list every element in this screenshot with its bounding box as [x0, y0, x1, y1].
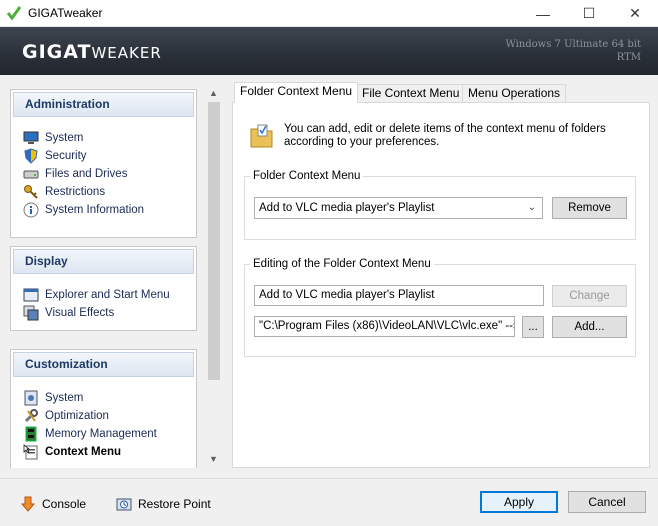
sidebar-item-label: System Information [45, 204, 145, 216]
folder-context-select[interactable]: Add to VLC media player's Playlist ⌄ [254, 197, 543, 219]
group-title-administration[interactable]: Administration [13, 92, 194, 117]
sidebar-scrollbar[interactable]: ▲ ▼ [205, 85, 222, 468]
sidebar-item-label: Explorer and Start Menu [45, 289, 170, 301]
add-button[interactable]: Add... [552, 316, 627, 338]
sidebar-item-customization-system[interactable]: System [23, 389, 196, 407]
folder-context-selected: Add to VLC media player's Playlist [259, 202, 435, 214]
editing-legend: Editing of the Folder Context Menu [253, 258, 431, 270]
sidebar-item-label: Memory Management [45, 428, 157, 440]
group-customization: Customization System Optimization Memory… [10, 349, 197, 468]
tab-menu-operations[interactable]: Menu Operations [462, 84, 567, 103]
console-label: Console [42, 497, 87, 511]
window-icon [23, 288, 39, 302]
sidebar-item-label: Context Menu [45, 446, 122, 458]
sidebar-item-security[interactable]: Security [23, 147, 196, 165]
sidebar-item-label: Visual Effects [45, 307, 115, 319]
key-icon [24, 185, 38, 199]
title-bar: GIGATweaker — ☐ ✕ [0, 0, 658, 27]
tab-folder-context-menu[interactable]: Folder Context Menu [234, 82, 359, 103]
app-checkmark-icon [6, 6, 22, 21]
app-logo: GIGATWEAKER [22, 41, 162, 63]
os-info: Windows 7 Ultimate 64 bit RTM [506, 38, 642, 64]
group-title-display[interactable]: Display [13, 249, 194, 274]
logo-weaker: WEAKER [91, 44, 162, 62]
sidebar-item-label: Security [45, 150, 87, 162]
group-title-customization[interactable]: Customization [13, 352, 194, 377]
editing-group: Editing of the Folder Context Menu [244, 258, 636, 357]
sidebar-item-system-information[interactable]: System Information [23, 201, 196, 219]
browse-button[interactable]: ... [522, 316, 544, 338]
memory-icon [25, 426, 37, 442]
os-build: RTM [616, 52, 641, 63]
scroll-down-icon[interactable]: ▼ [205, 451, 222, 468]
tools-icon [24, 409, 38, 423]
bottom-bar: Console Restore Point Apply Cancel [0, 478, 658, 526]
maximize-button[interactable]: ☐ [566, 0, 612, 27]
folder-icon [250, 124, 273, 148]
window-title: GIGATweaker [28, 6, 103, 20]
sidebar-item-explorer-and-start-menu[interactable]: Explorer and Start Menu [23, 286, 196, 304]
apply-button[interactable]: Apply [480, 491, 558, 513]
command-field[interactable]: "C:\Program Files (x86)\VideoLAN\VLC\vlc… [254, 316, 515, 337]
sidebar-item-visual-effects[interactable]: Visual Effects [23, 304, 196, 322]
sidebar-item-label: Restrictions [45, 186, 106, 198]
restore-point-label: Restore Point [138, 497, 211, 511]
sidebar-item-label: System [45, 132, 84, 144]
shield-icon [24, 148, 38, 164]
minimize-button[interactable]: — [520, 0, 566, 27]
cancel-button[interactable]: Cancel [568, 491, 646, 513]
os-version: Windows 7 Ultimate 64 bit [505, 39, 642, 50]
sidebar-item-label: Optimization [45, 410, 109, 422]
info-icon [23, 202, 39, 218]
sidebar-item-system[interactable]: System [23, 129, 196, 147]
console-link[interactable]: Console [20, 496, 86, 512]
menu-item-name-field[interactable]: Add to VLC media player's Playlist [254, 285, 544, 306]
sidebar-item-context-menu[interactable]: Context Menu [23, 443, 196, 461]
logo-t: T [77, 41, 92, 63]
restore-point-icon [116, 498, 132, 511]
scrollbar-thumb[interactable] [208, 102, 220, 380]
effects-icon [23, 305, 39, 321]
sidebar-item-label: Files and Drives [45, 168, 128, 180]
sidebar-item-label: System [45, 392, 84, 404]
system-settings-icon [24, 390, 38, 406]
info-text: You can add, edit or delete items of the… [284, 123, 606, 148]
computer-icon [23, 131, 39, 144]
group-display: Display Explorer and Start Menu Visual E… [10, 246, 197, 331]
remove-button[interactable]: Remove [552, 197, 627, 219]
change-button[interactable]: Change [552, 285, 627, 307]
sidebar: Administration System Security Files and… [10, 85, 198, 468]
chevron-down-icon: ⌄ [527, 202, 536, 213]
close-button[interactable]: ✕ [612, 0, 658, 27]
logo-giga: GIGA [22, 41, 78, 63]
app-banner: GIGATWEAKER Windows 7 Ultimate 64 bit RT… [0, 27, 658, 75]
sidebar-item-optimization[interactable]: Optimization [23, 407, 196, 425]
drive-icon [23, 170, 39, 179]
folder-context-legend: Folder Context Menu [253, 170, 361, 182]
console-arrow-icon [20, 496, 36, 512]
group-administration: Administration System Security Files and… [10, 89, 197, 238]
restore-point-link[interactable]: Restore Point [116, 496, 211, 512]
tab-file-context-menu[interactable]: File Context Menu [356, 84, 466, 103]
context-menu-icon [23, 444, 38, 460]
sidebar-item-restrictions[interactable]: Restrictions [23, 183, 196, 201]
sidebar-item-memory-management[interactable]: Memory Management [23, 425, 196, 443]
sidebar-item-files-and-drives[interactable]: Files and Drives [23, 165, 196, 183]
scroll-up-icon[interactable]: ▲ [205, 85, 222, 102]
